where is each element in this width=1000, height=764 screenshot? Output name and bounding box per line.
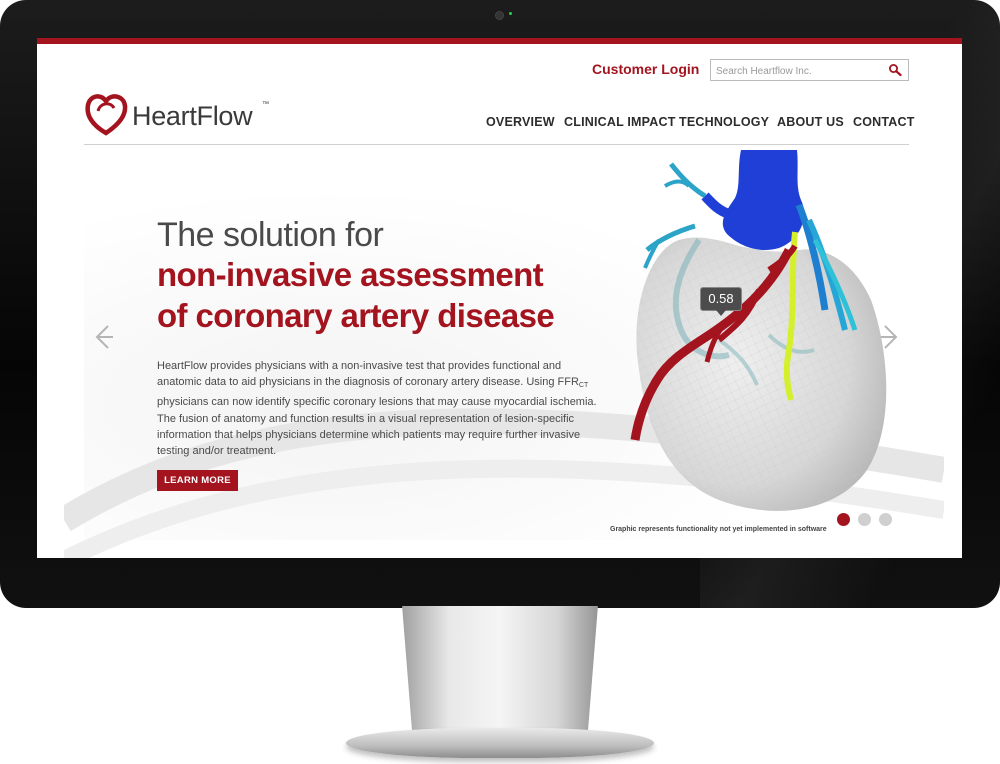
logo-trademark: ™ xyxy=(262,101,269,108)
search-icon[interactable] xyxy=(888,63,902,77)
monitor-stand-neck xyxy=(402,606,598,734)
ffr-term: FFR xyxy=(557,376,579,389)
nav-contact[interactable]: CONTACT xyxy=(853,115,915,129)
chevron-left-icon[interactable] xyxy=(92,322,114,352)
webcam-led xyxy=(509,12,512,15)
carousel-dot-1[interactable] xyxy=(837,513,850,526)
search-input[interactable] xyxy=(714,62,883,80)
ffr-subscript: CT xyxy=(578,382,589,390)
monitor-stand-base xyxy=(346,728,654,758)
hero-body-part1: HeartFlow provides physicians with a non… xyxy=(157,360,562,389)
nav-divider xyxy=(84,144,909,145)
nav-about-us[interactable]: ABOUT US xyxy=(777,115,844,129)
webcam-icon xyxy=(495,11,504,20)
ffr-value-callout: 0.58 xyxy=(700,287,742,316)
brand-top-strip xyxy=(37,38,962,44)
heart-model-image xyxy=(630,150,887,511)
hero-headline-line1: The solution for xyxy=(157,216,384,254)
nav-overview[interactable]: OVERVIEW xyxy=(486,115,555,129)
customer-login-link[interactable]: Customer Login xyxy=(592,61,699,77)
carousel-dot-3[interactable] xyxy=(879,513,892,526)
hero-headline-line3: of coronary artery disease xyxy=(157,297,555,334)
search-box xyxy=(710,59,909,81)
hero-body-part2: physicians can now identify specific cor… xyxy=(157,396,597,458)
carousel-dot-2[interactable] xyxy=(858,513,871,526)
hero-carousel: The solution for non-invasive assessment… xyxy=(64,150,944,558)
carousel-pagination xyxy=(837,513,907,527)
main-nav: OVERVIEW CLINICAL IMPACT TECHNOLOGY ABOU… xyxy=(37,115,962,135)
graphic-disclaimer: Graphic represents functionality not yet… xyxy=(610,526,827,533)
hero-body-text: HeartFlow provides physicians with a non… xyxy=(157,358,602,459)
nav-technology[interactable]: TECHNOLOGY xyxy=(679,115,769,129)
nav-clinical-impact[interactable]: CLINICAL IMPACT xyxy=(564,115,676,129)
hero-headline-line2: non-invasive assessment xyxy=(157,256,544,293)
learn-more-button[interactable]: LEARN MORE xyxy=(157,470,238,491)
website-screen: Customer Login HeartFlow ™ OVERVIEW CLIN… xyxy=(37,38,962,558)
